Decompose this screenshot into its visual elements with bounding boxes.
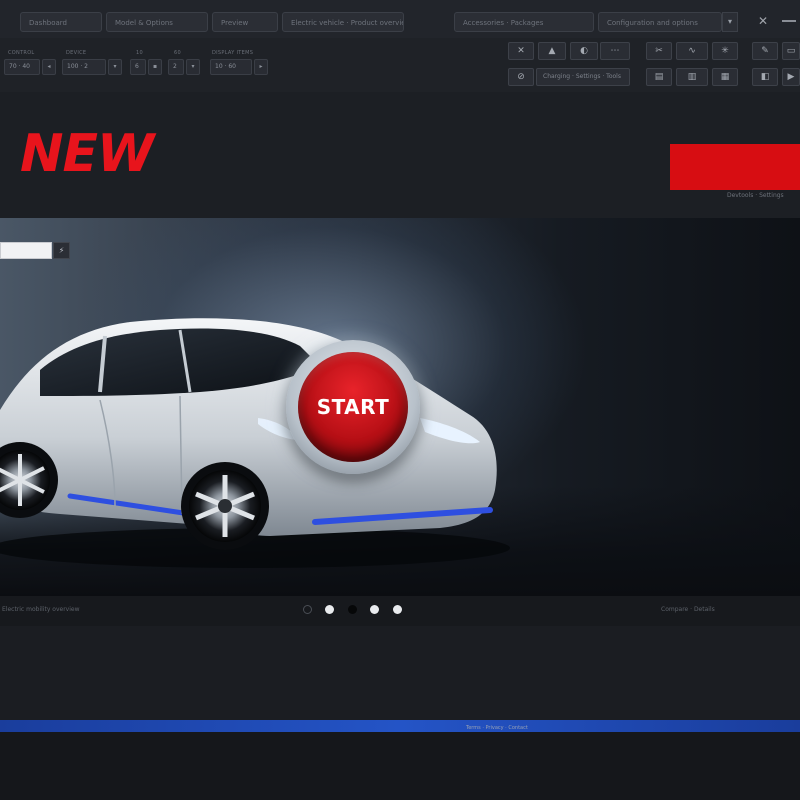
display-items-field[interactable]: 10 · 60 [210,59,252,75]
grid-icon[interactable]: ▦ [712,68,738,86]
ribbon-group-label: CONTROL [8,50,35,56]
tab-accessories[interactable]: Accessories · Packages [454,12,594,32]
contrast-icon[interactable]: ◐ [570,42,598,60]
search-input[interactable] [0,242,52,259]
chevron-down-icon[interactable]: ▾ [722,12,738,32]
footer [0,732,800,800]
start-label: START [316,395,390,419]
tab-product-overview[interactable]: Electric vehicle · Product overview [282,12,404,32]
tab-bar: Dashboard Model & Options Preview Electr… [0,0,800,39]
carousel-dot[interactable] [348,605,357,614]
play-icon[interactable]: ▸ [254,59,268,75]
carousel-link[interactable]: Compare · Details [661,606,715,613]
waveform-icon[interactable]: ∿ [676,42,708,60]
minimize-icon[interactable] [782,20,796,22]
promo-caption: Devtools · Settings [727,192,784,199]
ribbon-toolbar: CONTROL 70 · 40 ◂ DEVICE 100 · 2 ▾ 10 6 … [0,38,800,93]
status-strip [0,720,800,732]
carousel-dot[interactable] [303,605,312,614]
play-icon[interactable]: ▶ [782,68,800,86]
lightning-icon[interactable]: ⚡ [53,242,70,259]
tab-preview[interactable]: Preview [212,12,278,32]
carousel-dot[interactable] [325,605,334,614]
ribbon-group-label: 60 [174,50,181,56]
ribbon-group-label: DISPLAY ITEMS [212,50,254,56]
split-icon[interactable]: ◧ [752,68,778,86]
chevron-down-icon[interactable]: ▾ [108,59,122,75]
pencil-icon[interactable]: ✎ [752,42,778,60]
close-icon[interactable]: ✕ [758,14,768,28]
tab-model-options[interactable]: Model & Options [106,12,208,32]
scissors-icon[interactable]: ✂ [646,42,672,60]
car-image [0,318,510,568]
new-logo: NEW [20,124,154,184]
tools-icon[interactable]: ✕ [508,42,534,60]
carousel-dot[interactable] [393,605,402,614]
block-icon[interactable]: ⊘ [508,68,534,86]
footer-links[interactable]: Terms · Privacy · Contact [466,725,528,731]
asterisk-icon[interactable]: ✳ [712,42,738,60]
stepper-field[interactable]: 2 [168,59,184,75]
content-panel [0,626,800,720]
document-icon[interactable]: ▥ [676,68,708,86]
warning-icon[interactable]: ▲ [538,42,566,60]
carousel-dot[interactable] [370,605,379,614]
carousel-caption: Electric mobility overview [2,606,80,613]
panel-icon[interactable]: ▭ [782,42,800,60]
device-field[interactable]: 100 · 2 [62,59,106,75]
tab-configuration[interactable]: Configuration and options [598,12,722,32]
more-icon[interactable]: ⋯ [600,42,630,60]
play-icon[interactable]: ◂ [42,59,56,75]
ribbon-group-label: DEVICE [66,50,87,56]
chevron-down-icon[interactable]: ▾ [186,59,200,75]
start-button-face[interactable]: START [298,352,408,462]
app-window: Dashboard Model & Options Preview Electr… [0,0,800,800]
ribbon-group-label: 10 [136,50,143,56]
stepper-icon[interactable]: ▪ [148,59,162,75]
layout-icon[interactable]: ▤ [646,68,672,86]
charging-settings-dropdown[interactable]: Charging · Settings · Tools [536,68,630,86]
control-field[interactable]: 70 · 40 [4,59,40,75]
promo-banner[interactable] [670,144,800,190]
stepper-field[interactable]: 6 [130,59,146,75]
start-button[interactable]: START [286,340,420,474]
tab-dashboard[interactable]: Dashboard [20,12,102,32]
